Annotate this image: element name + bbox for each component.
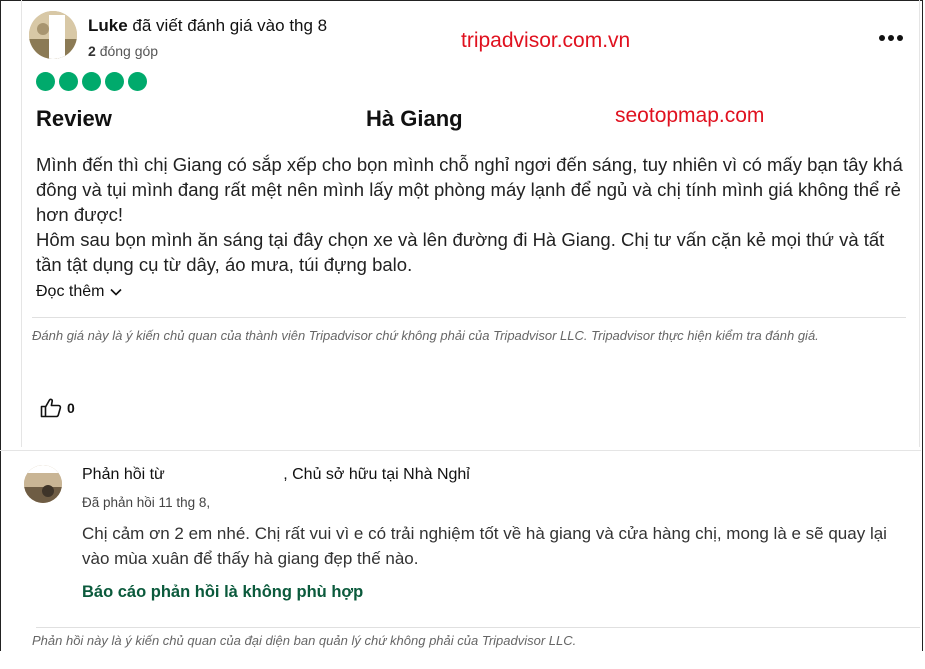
helpful-vote-button[interactable]: 0 [40,398,75,418]
watermark-middle: seotopmap.com [615,104,765,127]
owner-avatar[interactable] [24,465,62,503]
contributions: 2 đóng góp [88,43,158,59]
rating-bubble-icon [59,72,78,91]
review-paragraph: Hôm sau bọn mình ăn sáng tại đây chọn xe… [36,229,885,275]
author-avatar[interactable] [29,11,77,59]
divider [32,317,906,318]
review-disclaimer: Đánh giá này là ý kiến chủ quan của thàn… [32,328,819,343]
review-paragraph: Mình đến thì chị Giang có sắp xếp cho bọ… [36,154,903,225]
response-date: Đã phản hồi 11 thg 8, [82,495,211,510]
author-action: đã viết đánh giá vào thg 8 [132,16,328,35]
author-line: Luke đã viết đánh giá vào thg 8 [88,16,327,36]
review-title-left[interactable]: Review [36,106,112,132]
response-owner-line: Phản hồi từ , Chủ sở hữu tại Nhà Nghỉ [82,466,470,484]
review-title-right[interactable]: Hà Giang [366,106,463,132]
author-name[interactable]: Luke [88,16,128,35]
response-suffix: , Chủ sở hữu tại Nhà Nghỉ [283,466,470,483]
review-body: Mình đến thì chị Giang có sắp xếp cho bọ… [36,152,906,277]
chevron-down-icon [110,288,123,296]
thumbs-up-icon [40,398,62,418]
contributions-count: 2 [88,43,96,59]
rating-bubble-icon [128,72,147,91]
rating-bubble-icon [82,72,101,91]
rating-bubbles [36,72,147,91]
helpful-count: 0 [67,400,75,416]
response-disclaimer: Phản hồi này là ý kiến chủ quan của đại … [32,633,577,648]
rating-bubble-icon [105,72,124,91]
crop-edge [0,651,923,667]
rating-bubble-icon [36,72,55,91]
read-more-label: Đọc thêm [36,283,105,300]
report-response-link[interactable]: Báo cáo phản hồi là không phù hợp [82,583,363,602]
watermark-top: tripadvisor.com.vn [461,29,631,52]
response-body: Chị cảm ơn 2 em nhé. Chị rất vui vì e có… [82,524,887,568]
more-dots-icon[interactable] [878,22,904,48]
divider [36,627,920,628]
contributions-label: đóng góp [99,43,159,59]
response-prefix: Phản hồi từ [82,466,165,483]
read-more-button[interactable]: Đọc thêm [36,283,123,301]
section-divider [0,450,921,451]
